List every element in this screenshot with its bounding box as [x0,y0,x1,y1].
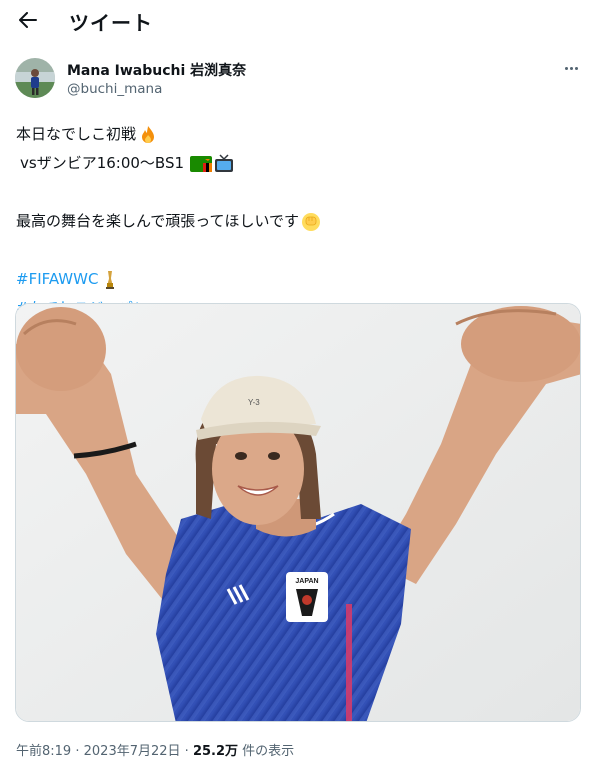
fire-icon [142,125,155,143]
zambia-flag-icon [190,155,213,172]
avatar[interactable] [15,58,55,98]
tweet-line: 最高の舞台を楽しんで頑張ってほしいです [16,207,321,236]
page-title: ツイート [69,11,153,35]
tweet-line: vsザンビア16:00〜BS1 [16,149,321,178]
trophy-icon [106,270,115,289]
tweet-date[interactable]: 2023年7月22日 [84,744,181,759]
tweet-meta: 午前8:19 · 2023年7月22日 · 25.2万 件の表示 [16,744,295,759]
hashtag-fifawwc[interactable]: #FIFAWWC [16,265,98,294]
tweet-time[interactable]: 午前8:19 [16,744,71,759]
tweet-photo[interactable]: JAPAN Y-3 [15,303,581,722]
tweet-line: #FIFAWWC [16,265,321,294]
more-options-button[interactable] [558,58,584,78]
tv-icon [215,154,234,172]
author-handle[interactable]: @buchi_mana [67,81,162,97]
tweet-text: 本日なでしこ初戦 vsザンビア16:00〜BS1 最高の舞台を楽しんで頑張ってほ… [16,120,321,323]
tweet-line: 本日なでしこ初戦 [16,120,321,149]
back-button[interactable] [12,4,44,36]
views-count[interactable]: 25.2万 [193,744,238,759]
views-label: 件の表示 [242,744,295,759]
arrow-left-icon [19,12,37,28]
raised-fist-icon [302,212,321,231]
author-name[interactable]: Mana Iwabuchi 岩渕真奈 [67,60,246,80]
cap-logo: Y-3 [248,398,260,407]
top-bar: ツイート [0,0,597,40]
crest-text: JAPAN [295,578,318,585]
